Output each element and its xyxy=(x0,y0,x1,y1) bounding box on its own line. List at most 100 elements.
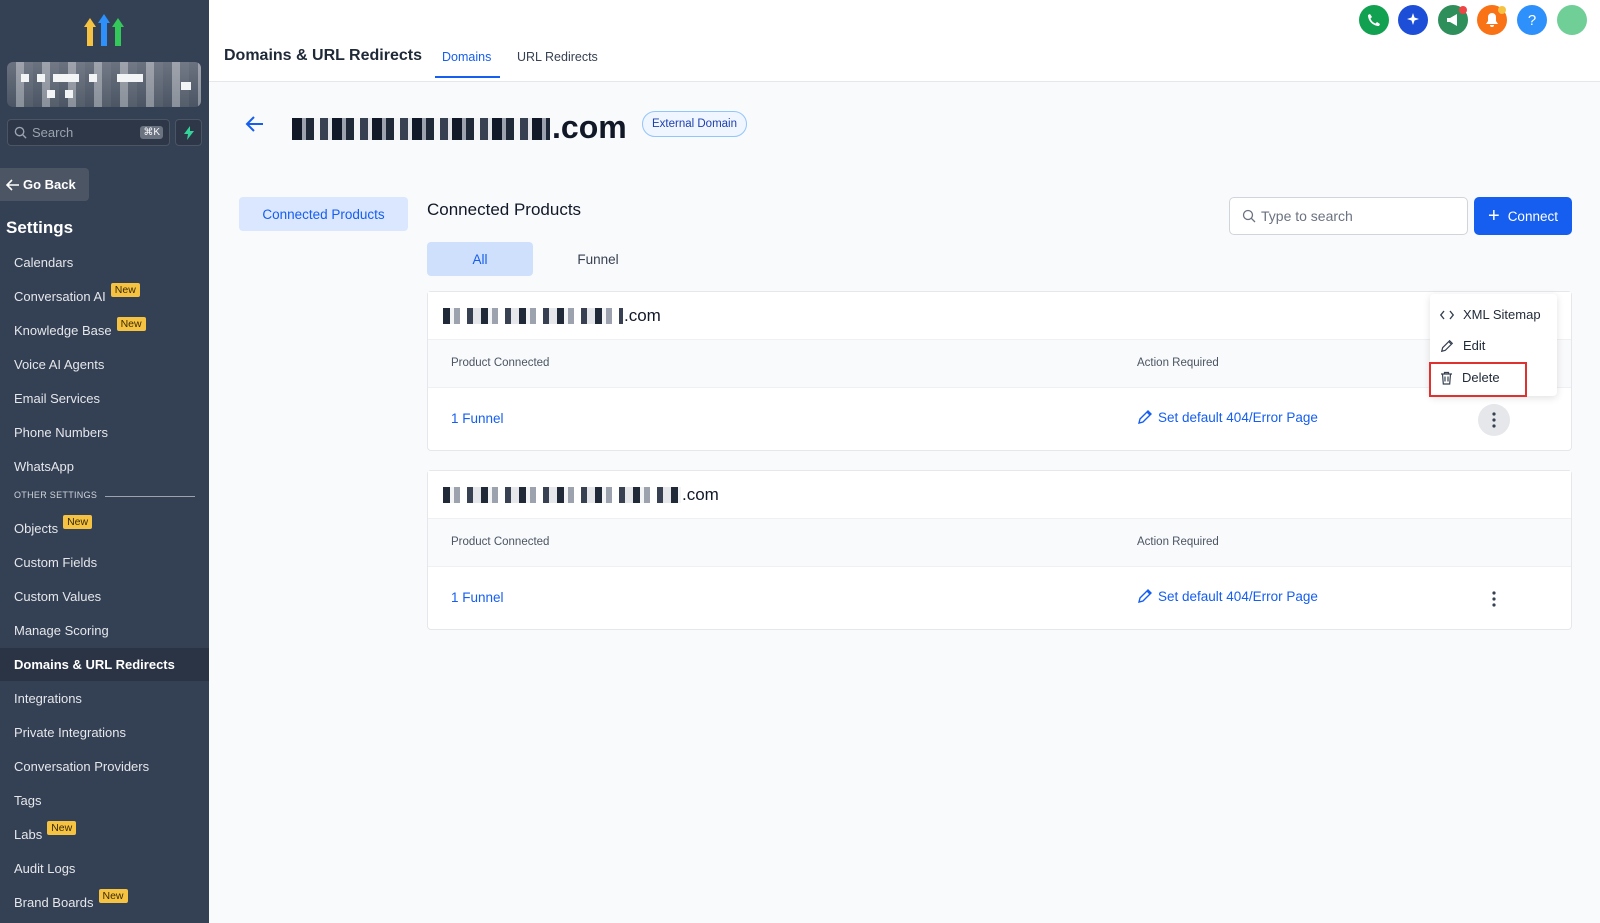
tab-url-redirects[interactable]: URL Redirects xyxy=(517,50,598,64)
search-icon xyxy=(14,126,27,139)
help-icon[interactable]: ? xyxy=(1517,5,1547,35)
sidebar-item-label: Brand Boards xyxy=(14,895,94,910)
connected-products-nav[interactable]: Connected Products xyxy=(239,197,408,231)
logo-icon[interactable] xyxy=(84,14,124,48)
filter-funnel[interactable]: Funnel xyxy=(560,242,636,276)
sidebar-item-label: Manage Scoring xyxy=(14,623,109,638)
plus-icon: + xyxy=(1488,205,1500,227)
menu-item-edit[interactable]: Edit xyxy=(1430,330,1557,361)
sidebar-item-custom-values[interactable]: Custom Values xyxy=(0,580,209,613)
domain-card: .com Product Connected Action Required 1… xyxy=(427,291,1572,451)
connect-button[interactable]: + Connect xyxy=(1474,197,1572,235)
card-column-headers: Product Connected Action Required xyxy=(428,340,1571,388)
sidebar-item-label: Calendars xyxy=(14,255,74,270)
sidebar-item-tags[interactable]: Tags xyxy=(0,784,209,817)
sidebar-item-label: Tags xyxy=(14,793,42,808)
sidebar-item-conversation-ai[interactable]: Conversation AI New xyxy=(0,280,209,313)
sidebar-item-label: WhatsApp xyxy=(14,459,74,474)
domain-title: .com xyxy=(292,104,627,146)
phone-icon[interactable] xyxy=(1359,5,1389,35)
pencil-icon xyxy=(1440,339,1454,352)
code-icon xyxy=(1440,310,1454,319)
bell-icon[interactable] xyxy=(1477,5,1507,35)
sidebar-item-labs[interactable]: Labs New xyxy=(0,818,209,851)
sidebar-item-audit-logs[interactable]: Audit Logs xyxy=(0,852,209,885)
redacted-domain xyxy=(292,118,550,140)
funnel-link[interactable]: 1 Funnel xyxy=(451,411,504,426)
go-back-button[interactable]: Go Back xyxy=(0,168,89,201)
more-options-button[interactable] xyxy=(1478,404,1510,436)
quick-action-button[interactable] xyxy=(175,119,202,146)
section-title: Connected Products xyxy=(427,200,582,219)
new-badge: New xyxy=(116,316,146,331)
sidebar-item-brand-boards[interactable]: Brand Boards New xyxy=(0,886,209,919)
sidebar-item-manage-scoring[interactable]: Manage Scoring xyxy=(0,614,209,647)
new-badge: New xyxy=(47,820,77,835)
sidebar-item-label: Objects xyxy=(14,521,59,536)
megaphone-icon[interactable] xyxy=(1438,5,1468,35)
sidebar-item-label: Phone Numbers xyxy=(14,425,108,440)
product-search-input[interactable]: Type to search xyxy=(1229,197,1468,235)
domain-card: .com Product Connected Action Required 1… xyxy=(427,470,1572,630)
pencil-icon xyxy=(1138,589,1152,603)
tab-domains[interactable]: Domains xyxy=(442,50,491,64)
sidebar-item-private-integrations[interactable]: Private Integrations xyxy=(0,716,209,749)
divider xyxy=(105,496,195,497)
sidebar-item-voice-ai-agents[interactable]: Voice AI Agents xyxy=(0,348,209,381)
sidebar-item-objects[interactable]: Objects New xyxy=(0,512,209,545)
domain-suffix: .com xyxy=(552,109,627,145)
sidebar-item-label: Custom Fields xyxy=(14,555,98,570)
notification-dot xyxy=(1459,6,1467,14)
sidebar-item-label: Conversation AI xyxy=(14,289,106,304)
sidebar-search-placeholder: Search xyxy=(32,125,74,140)
sidebar-item-email-services[interactable]: Email Services xyxy=(0,382,209,415)
sidebar: Search ⌘K Go Back Settings Calendars Conv… xyxy=(0,0,209,923)
pencil-icon xyxy=(1138,410,1152,424)
new-badge: New xyxy=(110,282,140,297)
table-row: 1 Funnel Set default 404/Error Page xyxy=(428,567,1571,629)
sidebar-item-conversation-providers[interactable]: Conversation Providers xyxy=(0,750,209,783)
search-placeholder: Type to search xyxy=(1261,208,1353,224)
delete-highlight-box xyxy=(1429,362,1527,397)
search-icon xyxy=(1242,209,1256,223)
other-settings-label: OTHER SETTINGS xyxy=(14,490,98,500)
more-options-button[interactable] xyxy=(1478,583,1510,615)
sidebar-item-label: Email Services xyxy=(14,391,100,406)
sidebar-item-phone-numbers[interactable]: Phone Numbers xyxy=(0,416,209,449)
sidebar-item-label: Conversation Providers xyxy=(14,759,150,774)
top-header: Domains & URL Redirects Domains URL Redi… xyxy=(209,0,1600,82)
sidebar-item-knowledge-base[interactable]: Knowledge Base New xyxy=(0,314,209,347)
sidebar-item-whatsapp[interactable]: WhatsApp xyxy=(0,450,209,483)
sparkle-icon[interactable] xyxy=(1398,5,1428,35)
sidebar-item-calendars[interactable]: Calendars xyxy=(0,246,209,279)
redacted-domain xyxy=(443,486,681,503)
menu-item-label: Edit xyxy=(1463,338,1486,353)
page-title: Domains & URL Redirects xyxy=(224,47,422,64)
sidebar-item-label: Domains & URL Redirects xyxy=(14,657,175,672)
sidebar-item-label: Private Integrations xyxy=(14,725,127,740)
set-error-page-label: Set default 404/Error Page xyxy=(1158,588,1318,604)
funnel-link[interactable]: 1 Funnel xyxy=(451,590,504,605)
sidebar-item-label: Audit Logs xyxy=(14,861,76,876)
set-error-page-link[interactable]: Set default 404/Error Page xyxy=(1137,588,1318,604)
back-arrow-icon[interactable] xyxy=(244,113,266,135)
set-error-page-label: Set default 404/Error Page xyxy=(1158,409,1318,425)
filter-all[interactable]: All xyxy=(427,242,533,276)
avatar[interactable] xyxy=(1557,5,1587,35)
menu-item-xml-sitemap[interactable]: XML Sitemap xyxy=(1430,299,1557,330)
set-error-page-link[interactable]: Set default 404/Error Page xyxy=(1137,409,1318,425)
column-action-required: Action Required xyxy=(1137,536,1219,548)
sidebar-item-domains-url-redirects[interactable]: Domains & URL Redirects xyxy=(0,648,209,681)
sidebar-item-custom-fields[interactable]: Custom Fields xyxy=(0,546,209,579)
card-domain-suffix: .com xyxy=(682,484,719,504)
connect-label: Connect xyxy=(1507,208,1558,224)
sidebar-search[interactable]: Search ⌘K xyxy=(7,119,170,146)
account-switcher[interactable] xyxy=(7,62,201,107)
go-back-label: Go Back xyxy=(23,177,76,192)
sidebar-item-label: Knowledge Base xyxy=(14,323,112,338)
card-column-headers: Product Connected Action Required xyxy=(428,519,1571,567)
kebab-icon xyxy=(1492,412,1496,428)
sidebar-item-label: Voice AI Agents xyxy=(14,357,105,372)
sidebar-item-integrations[interactable]: Integrations xyxy=(0,682,209,715)
menu-item-label: XML Sitemap xyxy=(1463,307,1541,322)
